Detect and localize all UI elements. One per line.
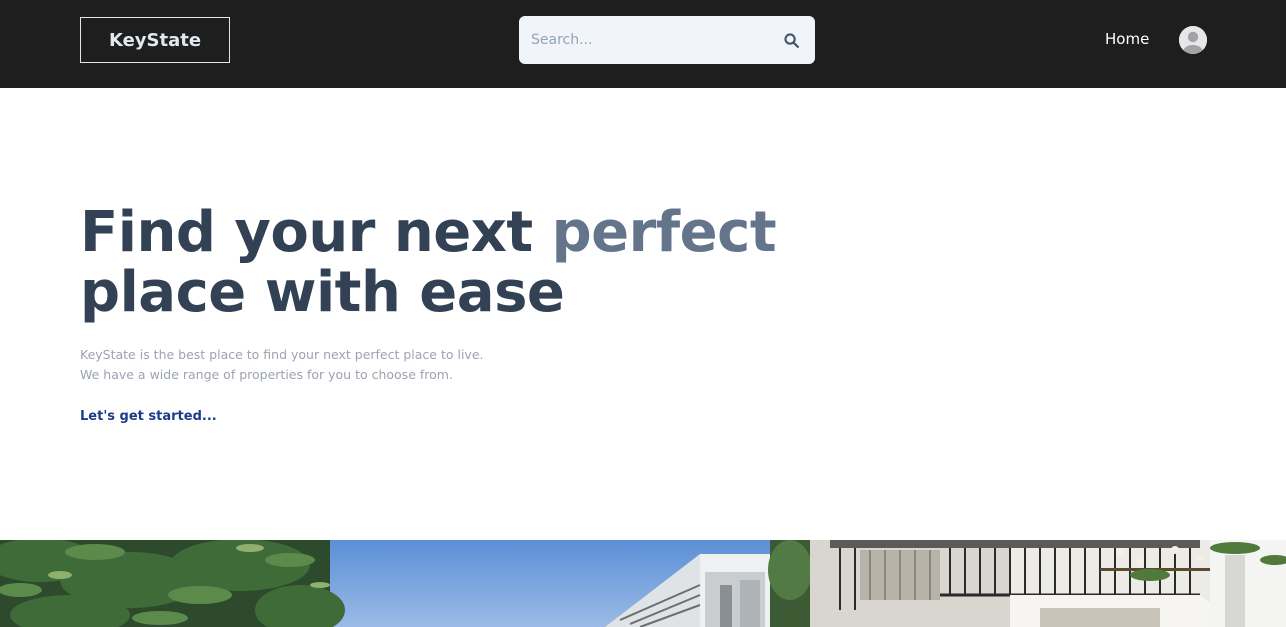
hero-title-part2: place with ease [80, 260, 565, 325]
search-button[interactable] [773, 16, 809, 64]
search-input[interactable] [519, 16, 773, 64]
search-icon [783, 32, 799, 48]
logo-link[interactable]: KeyState [80, 17, 230, 63]
user-avatar-button[interactable] [1179, 26, 1207, 54]
hero-title-accent: perfect [551, 200, 777, 265]
nav-home-link[interactable]: Home [1105, 29, 1149, 49]
hero-title: Find your next perfect place with ease [80, 203, 800, 323]
hero-description-line2: We have a wide range of properties for y… [80, 367, 453, 382]
user-avatar-icon [1179, 26, 1207, 54]
hero-title-part1: Find your next [80, 200, 552, 265]
search-bar [519, 16, 815, 64]
hero-description: KeyState is the best place to find your … [80, 345, 640, 385]
hero-description-line1: KeyState is the best place to find your … [80, 347, 484, 362]
hero-house-photo [0, 540, 1286, 627]
get-started-link[interactable]: Let's get started... [80, 409, 217, 424]
top-navbar: KeyState Home [0, 0, 1286, 88]
house-illustration [0, 540, 1286, 627]
